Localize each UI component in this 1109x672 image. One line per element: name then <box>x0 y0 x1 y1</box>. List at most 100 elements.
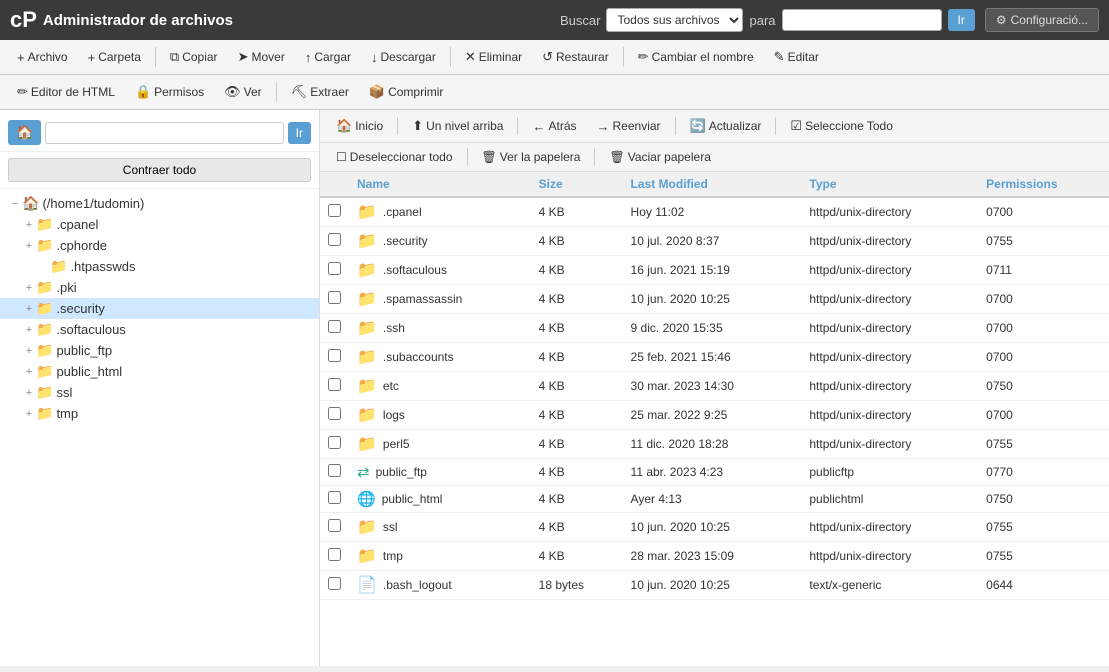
table-row: 📁 etc 4 KB 30 mar. 2023 14:30 httpd/unix… <box>320 372 1109 401</box>
descargar-button[interactable]: ↓ Descargar <box>362 45 445 70</box>
file-name-link[interactable]: .subaccounts <box>383 350 454 364</box>
sidebar-item-ssl[interactable]: + 📁 ssl <box>0 382 319 403</box>
file-type: httpd/unix-directory <box>809 205 911 219</box>
path-go-button[interactable]: Ir <box>288 122 311 144</box>
mover-button[interactable]: ➤ Mover <box>229 44 294 70</box>
file-name-link[interactable]: .security <box>383 234 428 248</box>
copiar-button[interactable]: ⧉ Copiar <box>161 44 227 70</box>
inicio-button[interactable]: 🏠 Inicio <box>328 115 391 137</box>
file-perms: 0700 <box>986 321 1013 335</box>
trash-empty-icon: 🗑 <box>609 150 624 164</box>
sidebar-item-security[interactable]: + 📁 .security <box>0 298 319 319</box>
file-name-link[interactable]: perl5 <box>383 437 410 451</box>
table-row: ⇄ public_ftp 4 KB 11 abr. 2023 4:23 publ… <box>320 459 1109 486</box>
col-name[interactable]: Name <box>349 172 531 197</box>
row-checkbox[interactable] <box>328 491 341 504</box>
ver-button[interactable]: 👁 Ver <box>215 79 271 105</box>
file-name-link[interactable]: public_html <box>382 492 443 506</box>
vaciar-papelera-button[interactable]: 🗑 Vaciar papelera <box>601 147 718 167</box>
toolbar2: ✏ Editor de HTML 🔒 Permisos 👁 Ver ⛏ Extr… <box>0 75 1109 110</box>
row-checkbox[interactable] <box>328 378 341 391</box>
sidebar-item-tmp[interactable]: + 📁 tmp <box>0 403 319 424</box>
row-size-cell: 4 KB <box>531 430 623 459</box>
file-name-link[interactable]: .ssh <box>383 321 405 335</box>
row-checkbox[interactable] <box>328 436 341 449</box>
comprimir-button[interactable]: 📦 Comprimir <box>360 79 453 105</box>
cambiar-nombre-button[interactable]: ✏ Cambiar el nombre <box>629 44 763 70</box>
seleccione-todo-button[interactable]: ☑ Seleccione Todo <box>782 115 901 137</box>
editor-html-button[interactable]: ✏ Editor de HTML <box>8 79 124 105</box>
sidebar-item-pki[interactable]: + 📁 .pki <box>0 277 319 298</box>
sidebar-item-public-ftp[interactable]: + 📁 public_ftp <box>0 340 319 361</box>
row-perms-cell: 0700 <box>978 314 1109 343</box>
table-row: 📁 perl5 4 KB 11 dic. 2020 18:28 httpd/un… <box>320 430 1109 459</box>
archivo-button[interactable]: + Archivo <box>8 45 77 70</box>
file-name-link[interactable]: ssl <box>383 520 398 534</box>
row-checkbox-cell <box>320 227 349 256</box>
sidebar-item-cpanel[interactable]: + 📁 .cpanel <box>0 214 319 235</box>
config-button[interactable]: ⚙ Configuració... <box>985 8 1099 32</box>
row-checkbox[interactable] <box>328 320 341 333</box>
col-permissions[interactable]: Permissions <box>978 172 1109 197</box>
file-name-link[interactable]: tmp <box>383 549 403 563</box>
extraer-button[interactable]: ⛏ Extraer <box>282 79 358 105</box>
actualizar-button[interactable]: 🔄 Actualizar <box>682 115 770 137</box>
file-type: publicftp <box>809 465 854 479</box>
eliminar-button[interactable]: ✕ Eliminar <box>456 44 531 70</box>
row-checkbox[interactable] <box>328 291 341 304</box>
row-size-cell: 4 KB <box>531 486 623 513</box>
file-name-link[interactable]: logs <box>383 408 405 422</box>
col-modified[interactable]: Last Modified <box>623 172 802 197</box>
sidebar-item-cphorde[interactable]: + 📁 .cphorde <box>0 235 319 256</box>
file-name-link[interactable]: .spamassassin <box>383 292 462 306</box>
sidebar-item-public-html[interactable]: + 📁 public_html <box>0 361 319 382</box>
search-scope-select[interactable]: Todos sus archivos <box>606 8 743 32</box>
cargar-button[interactable]: ↑ Cargar <box>296 45 360 70</box>
tree-root[interactable]: − 🏠 (/home1/tudomin) <box>0 193 319 214</box>
permisos-button[interactable]: 🔒 Permisos <box>126 79 213 105</box>
table-row: 📁 .security 4 KB 10 jul. 2020 8:37 httpd… <box>320 227 1109 256</box>
row-type-cell: httpd/unix-directory <box>801 314 978 343</box>
row-type-cell: httpd/unix-directory <box>801 285 978 314</box>
row-checkbox[interactable] <box>328 349 341 362</box>
table-row: 🌐 public_html 4 KB Ayer 4:13 publichtml … <box>320 486 1109 513</box>
search-input[interactable] <box>782 9 942 31</box>
row-checkbox[interactable] <box>328 464 341 477</box>
file-name-link[interactable]: .softaculous <box>383 263 447 277</box>
home-button[interactable]: 🏠 <box>8 120 41 145</box>
row-checkbox[interactable] <box>328 407 341 420</box>
row-checkbox[interactable] <box>328 577 341 590</box>
col-type[interactable]: Type <box>801 172 978 197</box>
collapse-all-button[interactable]: Contraer todo <box>8 158 311 182</box>
app-logo: cP Administrador de archivos <box>10 7 233 33</box>
col-size[interactable]: Size <box>531 172 623 197</box>
folder-icon: 📁 <box>36 216 53 233</box>
search-ir-button[interactable]: Ir <box>948 9 975 31</box>
restaurar-button[interactable]: ↺ Restaurar <box>533 44 618 70</box>
row-checkbox[interactable] <box>328 262 341 275</box>
editar-button[interactable]: ✎ Editar <box>765 44 828 70</box>
path-input[interactable] <box>45 122 283 144</box>
row-checkbox[interactable] <box>328 519 341 532</box>
atras-button[interactable]: ← Atrás <box>524 116 584 137</box>
file-name-link[interactable]: public_ftp <box>376 465 427 479</box>
row-checkbox[interactable] <box>328 204 341 217</box>
row-checkbox[interactable] <box>328 548 341 561</box>
row-modified-cell: 10 jun. 2020 10:25 <box>623 513 802 542</box>
sidebar-item-softaculous[interactable]: + 📁 .softaculous <box>0 319 319 340</box>
file-name-link[interactable]: .cpanel <box>383 205 422 219</box>
main-layout: 🏠 Ir Contraer todo − 🏠 (/home1/tudomin) … <box>0 110 1109 666</box>
gear-icon: ⚙ <box>996 13 1007 27</box>
file-modified: 25 feb. 2021 15:46 <box>631 350 731 364</box>
file-modified: 10 jul. 2020 8:37 <box>631 234 720 248</box>
file-name-link[interactable]: etc <box>383 379 399 393</box>
file-name-link[interactable]: .bash_logout <box>383 578 452 592</box>
reenviar-button[interactable]: → Reenviar <box>589 116 669 137</box>
ver-papelera-button[interactable]: 🗑 Ver la papelera <box>474 147 589 167</box>
row-size-cell: 4 KB <box>531 314 623 343</box>
carpeta-button[interactable]: + Carpeta <box>79 45 150 70</box>
un-nivel-arriba-button[interactable]: ⬆ Un nivel arriba <box>404 115 511 137</box>
sidebar-item-htpasswds[interactable]: 📁 .htpasswds <box>0 256 319 277</box>
deseleccionar-todo-button[interactable]: ☐ Deseleccionar todo <box>328 147 461 167</box>
row-checkbox[interactable] <box>328 233 341 246</box>
